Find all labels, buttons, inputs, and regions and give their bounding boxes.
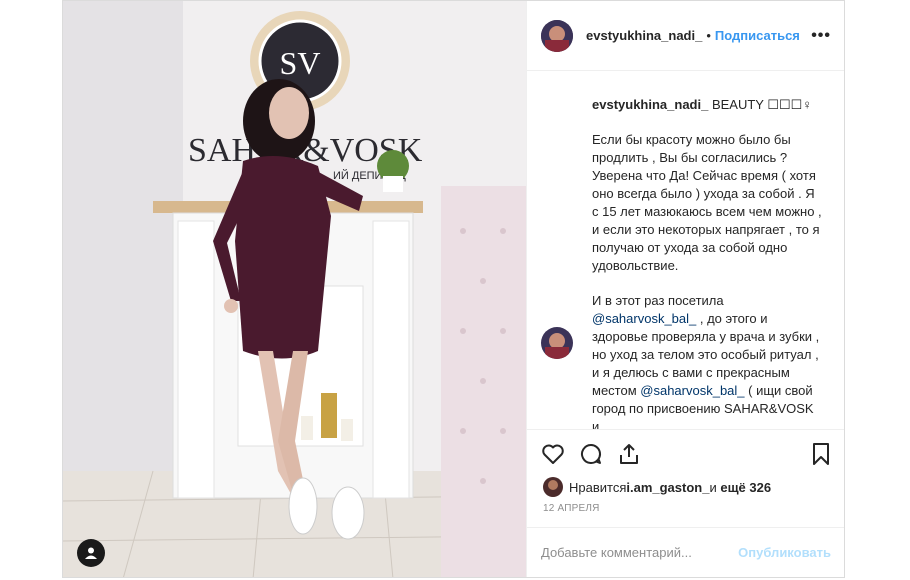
photo-illustration: SV SAHAR&VOSK ИЙ ДЕПИЛЯЦ [63,1,526,577]
bookmark-icon[interactable] [809,442,833,466]
share-icon[interactable] [617,442,641,466]
liker-avatar[interactable] [543,477,563,497]
post-frame: SV SAHAR&VOSK ИЙ ДЕПИЛЯЦ evstyukhina_nad… [62,0,845,578]
username-link[interactable]: evstyukhina_nadi_ [586,28,702,43]
caption-paragraph-2: И в этот раз посетила [592,293,724,308]
caption-area[interactable]: evstyukhina_nadi_ BEAUTY ☐☐☐♀ Если бы кр… [527,72,844,429]
sign-monogram: SV [280,45,321,81]
caption-paragraph-1: Если бы красоту можно было бы продлить ,… [592,132,822,273]
likes-count[interactable]: ещё 326 [720,480,771,495]
mention-link-2[interactable]: @saharvosk_bal_ [640,383,744,398]
post-photo[interactable]: SV SAHAR&VOSK ИЙ ДЕПИЛЯЦ [63,1,526,577]
likes-line: Нравится i.am_gaston_ и ещё 326 [543,477,771,497]
post-header: evstyukhina_nadi_ • Подписаться ••• [527,1,844,71]
mention-link[interactable]: @saharvosk_bal_ [592,311,696,326]
likes-middle: и [709,479,717,495]
comment-input[interactable]: Добавьте комментарий... [541,545,692,560]
action-bar [527,429,844,478]
separator-dot: • [706,28,711,43]
publish-button[interactable]: Опубликовать [738,545,831,560]
caption-avatar[interactable] [541,327,573,359]
comment-icon[interactable] [579,442,603,466]
liker-username[interactable]: i.am_gaston_ [626,480,709,495]
user-tag-icon[interactable] [77,539,105,567]
caption-title: BEAUTY ☐☐☐♀ [708,97,813,112]
caption-text: evstyukhina_nadi_ BEAUTY ☐☐☐♀ Если бы кр… [592,96,822,429]
caption-username[interactable]: evstyukhina_nadi_ [592,97,708,112]
more-icon[interactable]: ••• [811,27,831,45]
caption-author-avatar[interactable] [541,92,573,124]
avatar[interactable] [541,19,573,52]
post-date[interactable]: 12 АПРЕЛЯ [543,503,600,514]
comment-form: Добавьте комментарий... Опубликовать [527,527,844,577]
likes-prefix: Нравится [569,479,627,495]
heart-icon[interactable] [541,442,565,466]
follow-button[interactable]: Подписаться [715,28,800,43]
post-side-panel: evstyukhina_nadi_ • Подписаться ••• evst… [526,1,844,577]
